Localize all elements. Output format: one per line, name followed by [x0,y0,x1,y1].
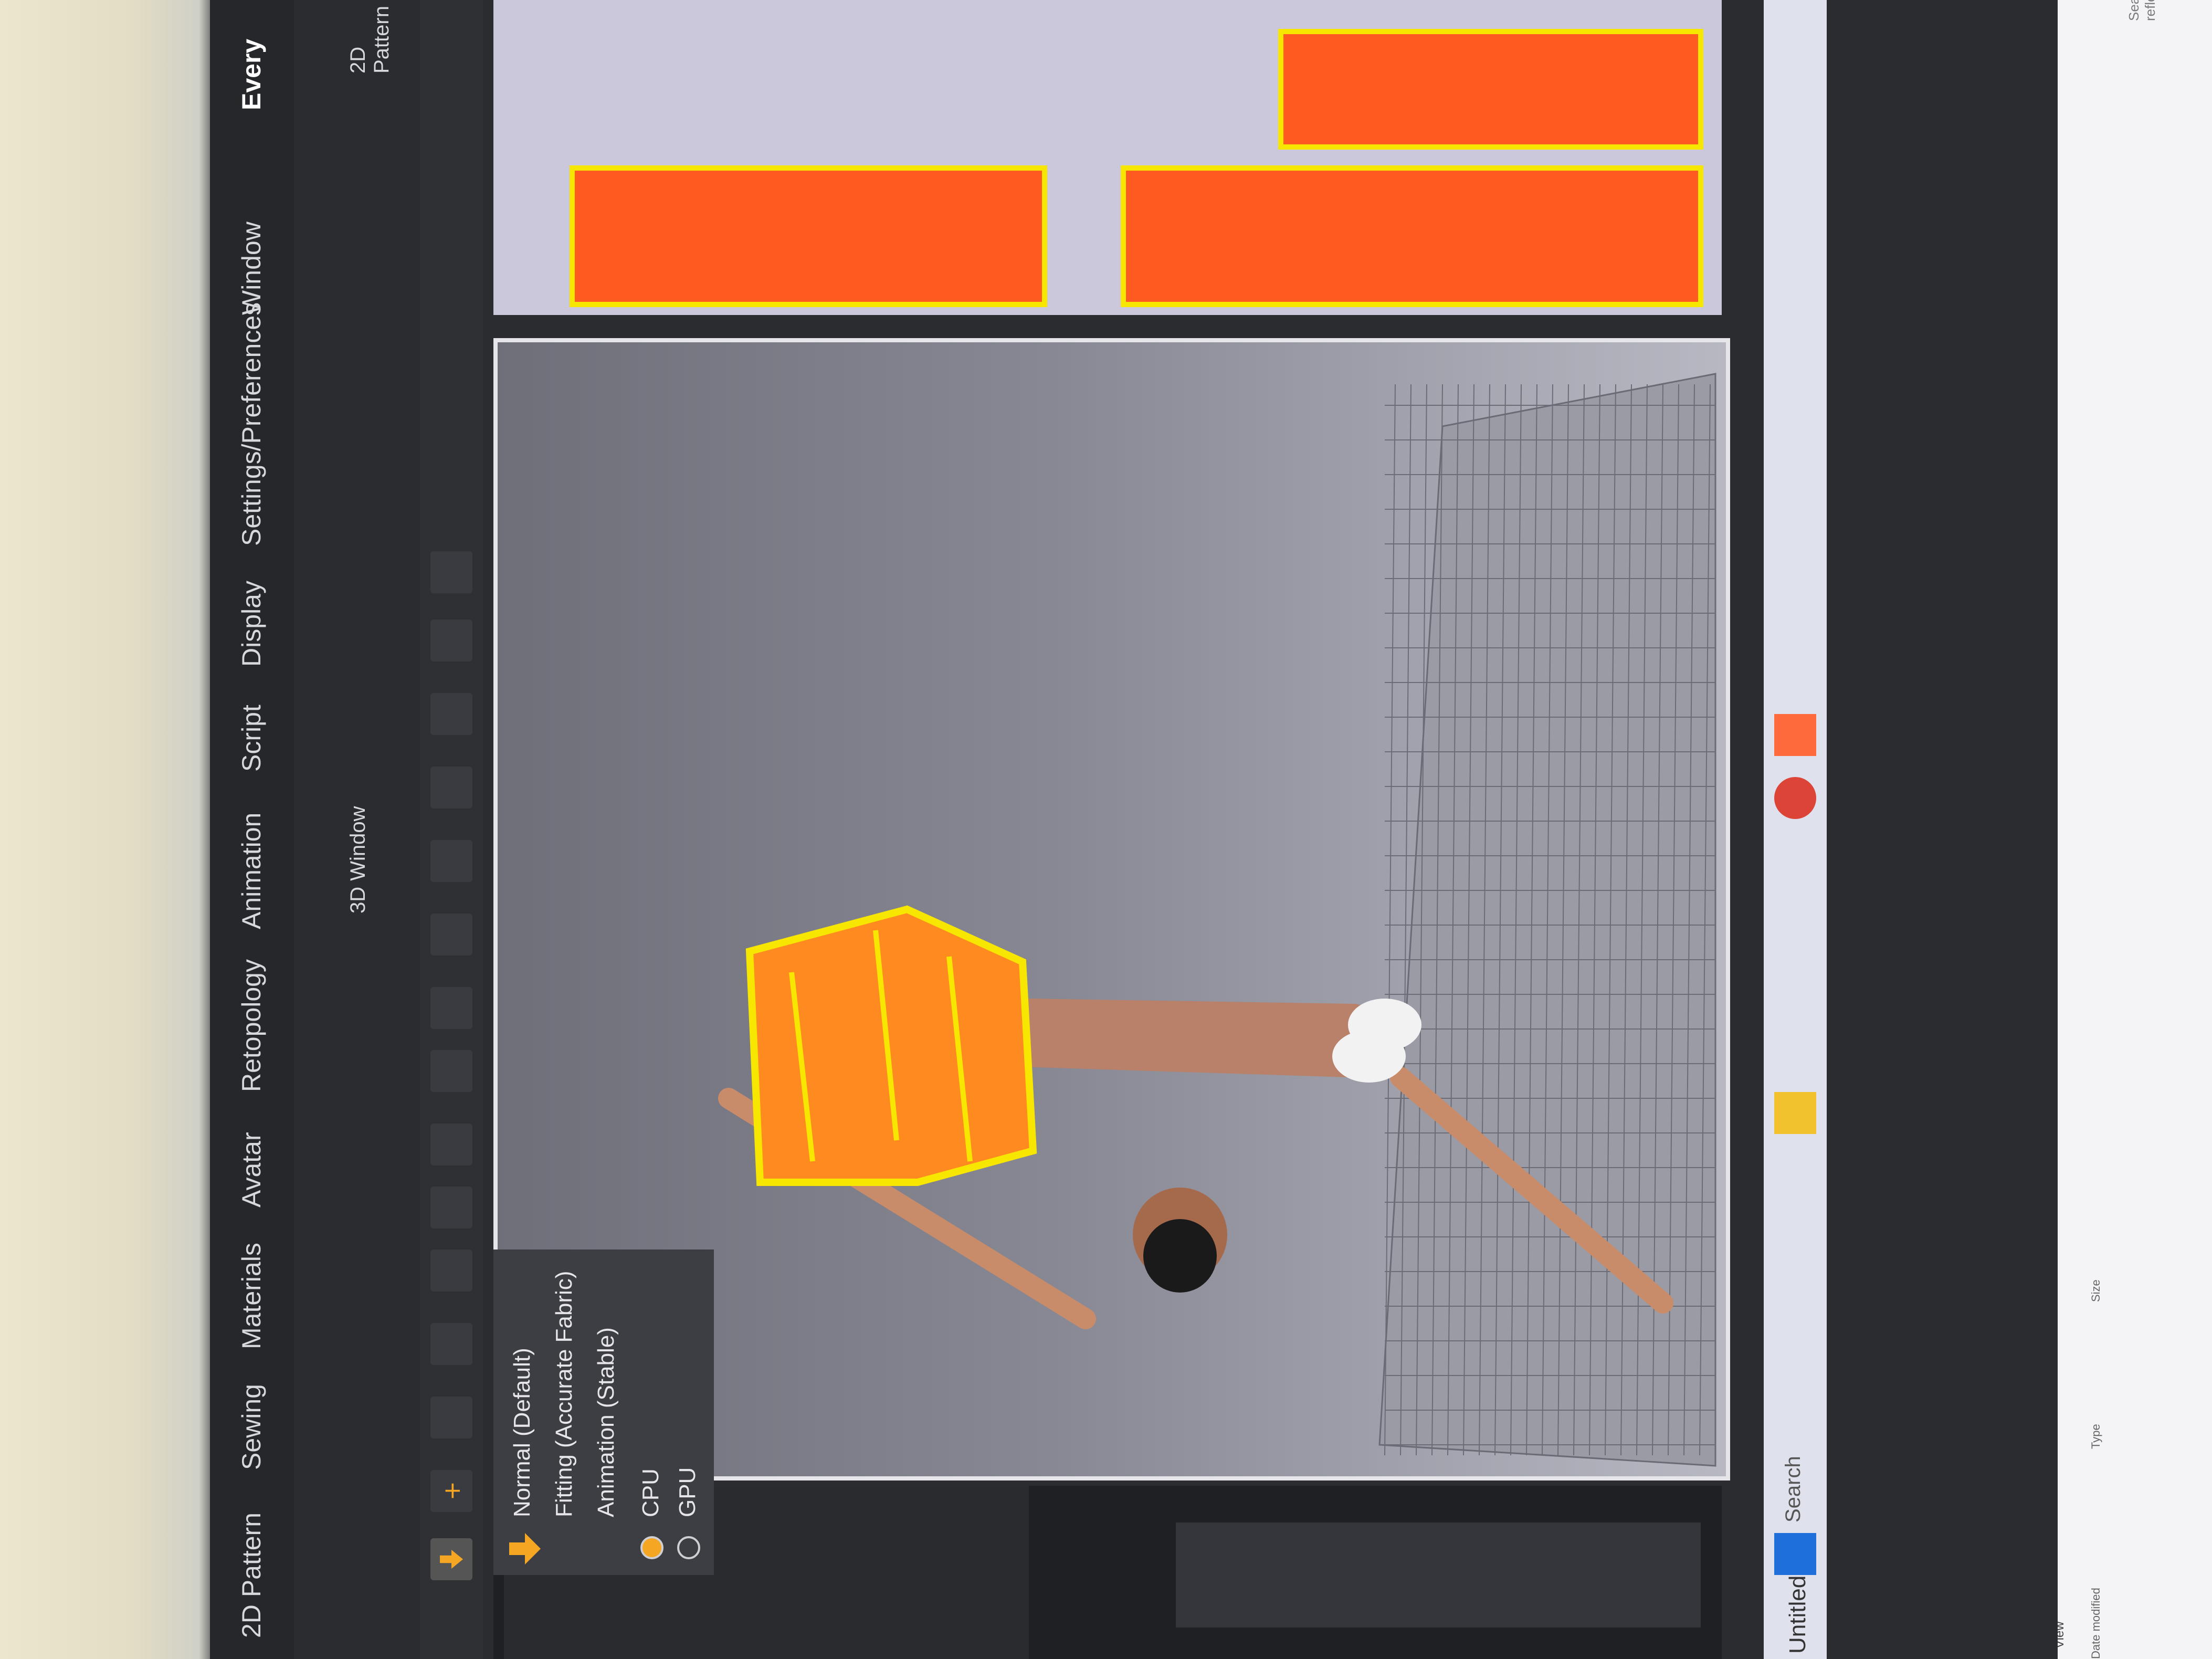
taskbar: Search [1764,0,1827,1659]
laptop-screen: 2D Pattern Sewing Materials Avatar Retop… [210,0,2058,1659]
flag-tool-button[interactable] [430,551,472,593]
workspace-selector[interactable]: Every [236,39,267,110]
pattern-pieces[interactable] [493,0,1722,315]
mode-fitting[interactable]: Fitting (Accurate Fabric) [551,1271,577,1517]
grid-tool-button[interactable] [430,914,472,956]
fabric-scrollbar[interactable] [1176,1522,1701,1628]
menu-display[interactable]: Display [236,581,267,667]
chrome-icon[interactable] [1774,777,1816,819]
menu-settings[interactable]: Settings/Preferences [236,302,267,546]
arrow-down-icon [440,1550,463,1569]
menu-retopology[interactable]: Retopology [236,959,267,1092]
add-tool-button[interactable]: + [430,1470,472,1512]
select-tool-button[interactable] [430,1396,472,1438]
window-title-3d: 3D Window [346,806,370,914]
simulation-button[interactable] [430,1538,472,1580]
taskbar-search[interactable]: Search [1782,1365,1813,1522]
zipper-tool-button[interactable] [430,620,472,662]
compute-gpu-label: GPU [675,1467,700,1517]
mode-normal[interactable]: Normal (Default) [509,1348,535,1517]
document-title: Untitled [1785,1575,1810,1654]
compute-cpu-label: CPU [638,1468,663,1517]
menu-materials[interactable]: Materials [236,1243,267,1349]
mode-animation[interactable]: Animation (Stable) [593,1327,619,1517]
move-tool-button[interactable] [430,1323,472,1365]
window-title-2d: 2D Pattern [346,6,393,74]
plus-icon: + [439,1481,466,1500]
toolbar-3d: + [420,0,483,1659]
explorer-search[interactable]: Search reflective_ja [2126,0,2158,21]
gizmo-tool-button[interactable] [430,1050,472,1092]
fold-tool-button[interactable] [430,1186,472,1228]
radio-gpu[interactable] [677,1536,700,1559]
brush-tool-button[interactable] [430,840,472,882]
normal-mode-icon [509,1533,541,1564]
radio-cpu[interactable] [640,1536,663,1559]
menu-animation[interactable]: Animation [236,813,267,929]
windows-start-icon[interactable] [1774,1533,1816,1575]
measure-tool-button[interactable] [430,766,472,808]
menu-2d-pattern[interactable]: 2D Pattern [236,1513,267,1638]
transform-tool-button[interactable] [430,987,472,1029]
file-explorer-icon[interactable] [1774,1092,1816,1134]
column-type[interactable]: Type [2089,1424,2103,1449]
column-date[interactable]: Date modified [2089,1588,2103,1659]
simulation-mode-menu: Normal (Default) Fitting (Accurate Fabri… [493,1250,714,1575]
menu-sewing[interactable]: Sewing [236,1384,267,1470]
menu-window[interactable]: Window [236,222,267,315]
pin-tool-button[interactable] [430,1250,472,1292]
menu-avatar[interactable]: Avatar [236,1132,267,1208]
2d-pattern-window[interactable] [493,0,1722,315]
column-size[interactable]: Size [2089,1279,2103,1302]
clo3d-icon[interactable] [1774,714,1816,756]
menu-script[interactable]: Script [236,705,267,772]
target-tool-button[interactable] [430,693,472,735]
arrange-tool-button[interactable] [430,1124,472,1166]
menu-bar: 2D Pattern Sewing Materials Avatar Retop… [210,0,294,1659]
